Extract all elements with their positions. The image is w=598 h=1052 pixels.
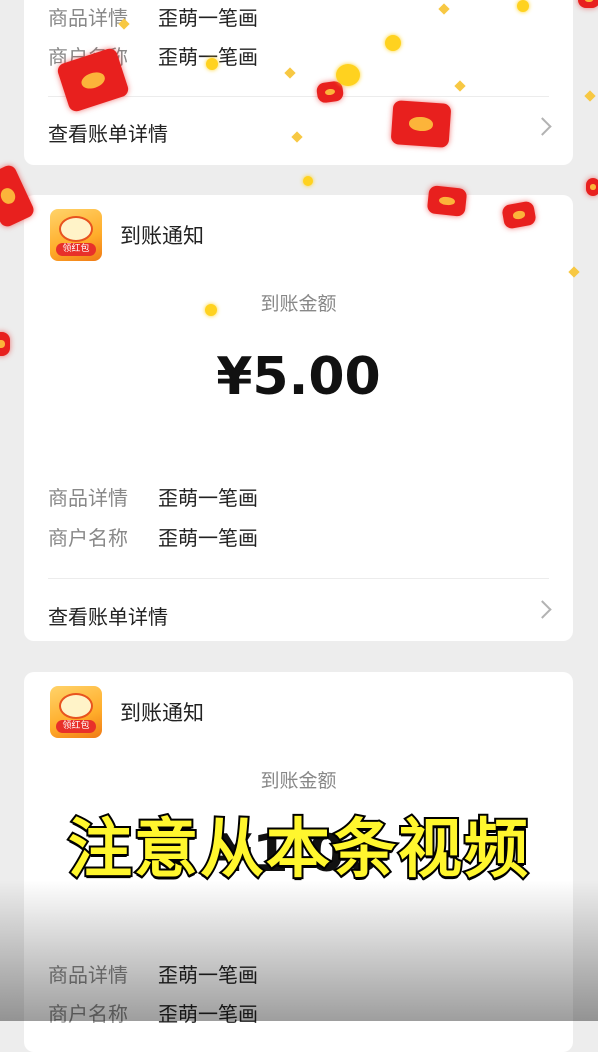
detail-label: 商品详情 bbox=[48, 6, 128, 30]
view-bill-details-link[interactable]: 查看账单详情 bbox=[48, 600, 552, 630]
detail-label: 商品详情 bbox=[48, 963, 128, 987]
app-icon-badge: 领红包 bbox=[56, 720, 96, 733]
payment-notice-card-2: 领红包 到账通知 到账金额 ¥5.00 商品详情 歪萌一笔画 商户名称 歪萌一笔画 … bbox=[24, 195, 573, 641]
detail-value: 歪萌一笔画 bbox=[158, 526, 258, 550]
red-packet-app-icon: 领红包 bbox=[50, 686, 102, 738]
detail-value: 歪萌一笔画 bbox=[158, 963, 258, 987]
falling-red-envelope-icon bbox=[578, 0, 598, 8]
card-header: 领红包 到账通知 bbox=[50, 209, 204, 261]
falling-red-envelope-icon bbox=[426, 185, 468, 217]
chevron-right-icon bbox=[533, 117, 552, 136]
gold-coin-icon bbox=[205, 304, 217, 316]
card-title: 到账通知 bbox=[120, 701, 204, 725]
detail-row-product: 商品详情 歪萌一笔画 bbox=[48, 482, 258, 511]
app-icon-badge: 领红包 bbox=[56, 243, 96, 256]
view-bill-details-label: 查看账单详情 bbox=[48, 122, 168, 146]
detail-row-product: 商品详情 歪萌一笔画 bbox=[48, 959, 258, 988]
red-packet-app-icon: 领红包 bbox=[50, 209, 102, 261]
view-bill-details-label: 查看账单详情 bbox=[48, 605, 168, 629]
detail-row-merchant: 商户名称 歪萌一笔画 bbox=[48, 998, 258, 1027]
detail-label: 商户名称 bbox=[48, 1002, 128, 1026]
gold-coin-icon bbox=[206, 58, 218, 70]
falling-red-envelope-icon bbox=[390, 100, 452, 148]
gold-coin-icon bbox=[385, 35, 401, 51]
detail-value: 歪萌一笔画 bbox=[158, 486, 258, 510]
gold-coin-icon bbox=[517, 0, 529, 12]
detail-row-merchant: 商户名称 歪萌一笔画 bbox=[48, 522, 258, 551]
sparkle-icon bbox=[584, 90, 596, 102]
detail-value: 歪萌一笔画 bbox=[158, 1002, 258, 1026]
detail-row-product: 商品详情 歪萌一笔画 bbox=[48, 2, 258, 31]
video-caption: 注意从本条视频 bbox=[66, 811, 530, 889]
detail-label: 商户名称 bbox=[48, 526, 128, 550]
card-header: 领红包 到账通知 bbox=[50, 686, 204, 738]
falling-red-envelope-icon bbox=[586, 178, 598, 196]
gold-coin-icon bbox=[336, 64, 360, 86]
chevron-right-icon bbox=[533, 600, 552, 619]
falling-red-envelope-icon bbox=[0, 332, 10, 356]
detail-value: 歪萌一笔画 bbox=[158, 6, 258, 30]
amount-label: 到账金额 bbox=[260, 770, 337, 792]
card-title: 到账通知 bbox=[120, 224, 204, 248]
amount-label: 到账金额 bbox=[260, 293, 337, 315]
divider bbox=[48, 578, 549, 579]
detail-label: 商品详情 bbox=[48, 486, 128, 510]
amount-value: ¥5.00 bbox=[216, 347, 381, 407]
gold-coin-icon bbox=[303, 176, 313, 186]
